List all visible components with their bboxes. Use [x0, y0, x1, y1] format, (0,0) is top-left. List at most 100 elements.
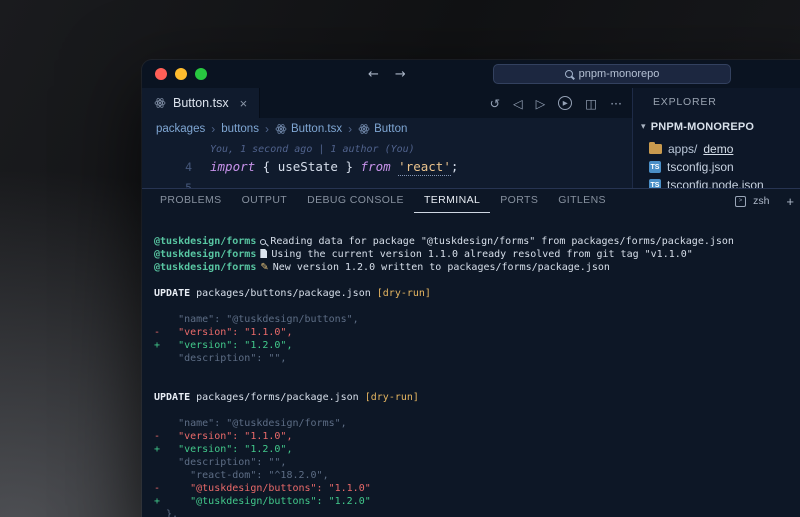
react-icon [275, 123, 287, 135]
panel-tab-gitlens[interactable]: GITLENS [548, 189, 616, 213]
terminal-text: "react-dom": "^18.2.0", [154, 470, 329, 481]
terminal-text: @tuskdesign/forms [154, 249, 256, 260]
window-maximize-button[interactable] [195, 68, 207, 80]
tab-label: Button.tsx [173, 96, 229, 110]
terminal-line: UPDATE packages/buttons/package.json [dr… [154, 287, 800, 300]
shell-label[interactable]: zsh [753, 195, 769, 207]
editor-tab-bar: Button.tsx × ↺ ◁ ▷ ▶ ◫ ··· [142, 88, 632, 118]
split-editor-icon[interactable]: ◫ [585, 96, 597, 111]
explorer-sidebar: EXPLORER ▾ PNPM-MONOREPO apps/demoTStsco… [632, 88, 800, 188]
terminal-text: - "version": "1.1.0", [154, 431, 292, 442]
next-change-icon[interactable]: ▷ [536, 96, 546, 111]
gitlens-blame: You, 1 second ago | 1 author (You) [210, 144, 415, 155]
command-center-search[interactable]: pnpm-monorepo [493, 64, 731, 84]
breadcrumb-item-button[interactable]: Button [358, 123, 407, 135]
terminal-line: + "version": "1.2.0", [154, 443, 800, 456]
panel-tab-terminal[interactable]: TERMINAL [414, 189, 490, 213]
explorer-item-tsconfig-json[interactable]: TStsconfig.json [633, 158, 800, 176]
terminal-text: packages/forms/package.json [190, 392, 365, 403]
search-icon [565, 70, 573, 78]
terminal-line: - "version": "1.1.0", [154, 430, 800, 443]
explorer-root-folder[interactable]: ▾ PNPM-MONOREPO [633, 118, 800, 136]
code-token: } [338, 159, 361, 174]
terminal-text: "name": "@tuskdesign/forms", [154, 418, 347, 429]
terminal-text: New version 1.2.0 written to packages/fo… [273, 262, 610, 273]
tab-button-tsx[interactable]: Button.tsx × [142, 88, 260, 118]
window-close-button[interactable] [155, 68, 167, 80]
terminal-line: "react-dom": "^18.2.0", [154, 469, 800, 482]
breadcrumb-item-button-tsx[interactable]: Button.tsx [275, 123, 342, 135]
breadcrumb-label: buttons [221, 123, 259, 135]
terminal-line [154, 378, 800, 391]
terminal-line: "name": "@tuskdesign/forms", [154, 417, 800, 430]
breadcrumb-item-packages[interactable]: packages [156, 123, 205, 135]
terminal-line: @tuskdesign/forms Using the current versi… [154, 248, 800, 261]
terminal-text: [dry-run] [365, 392, 419, 403]
forward-icon[interactable]: → [395, 67, 406, 82]
terminal-text: Using the current version 1.1.0 already … [271, 249, 692, 260]
terminal-icon: > [735, 196, 746, 207]
react-icon [154, 97, 166, 109]
terminal-controls: > zsh + [735, 189, 794, 213]
explorer-item-demo[interactable]: apps/demo [633, 140, 800, 158]
prev-change-icon[interactable]: ◁ [513, 96, 523, 111]
explorer-item-tsconfig-node-json[interactable]: TS tsconfig.node.json [633, 176, 800, 188]
breadcrumb-separator: › [265, 122, 269, 136]
terminal-line: - "@tuskdesign/buttons": "1.1.0" [154, 482, 800, 495]
terminal-text: + "@tuskdesign/buttons": "1.2.0" [154, 496, 371, 507]
code-token: 'react' [398, 159, 451, 176]
terminal-line: - "version": "1.1.0", [154, 326, 800, 339]
terminal-line: UPDATE packages/forms/package.json [dry-… [154, 391, 800, 404]
panel-tabs: PROBLEMSOUTPUTDEBUG CONSOLETERMINALPORTS… [150, 189, 616, 213]
breadcrumb-label: packages [156, 123, 205, 135]
window-controls [155, 68, 207, 80]
history-nav: ← → [368, 60, 406, 88]
terminal-text: }, [154, 509, 178, 517]
breadcrumb-label: Button [374, 123, 407, 135]
search-label: pnpm-monorepo [579, 68, 660, 80]
line-number: 4 [170, 160, 192, 174]
more-actions-icon[interactable]: ··· [610, 96, 622, 111]
code-token: ; [451, 159, 459, 174]
window-minimize-button[interactable] [175, 68, 187, 80]
terminal-line: + "@tuskdesign/buttons": "1.2.0" [154, 495, 800, 508]
terminal-text: @tuskdesign/forms [154, 236, 256, 247]
terminal-line [154, 404, 800, 417]
terminal-line [154, 300, 800, 313]
terminal-text: + "version": "1.2.0", [154, 444, 292, 455]
breadcrumb-item-buttons[interactable]: buttons [221, 123, 259, 135]
react-icon [358, 123, 370, 135]
editor-actions: ↺ ◁ ▷ ▶ ◫ ··· [490, 88, 622, 118]
explorer-tree: apps/demoTStsconfig.jsonTStsconfig.node.… [633, 140, 800, 188]
code-token: useState [278, 159, 338, 174]
panel-tab-debug-console[interactable]: DEBUG CONSOLE [297, 189, 414, 213]
typescript-icon: TS [649, 161, 661, 173]
terminal-text: - "version": "1.1.0", [154, 327, 292, 338]
shell-prompt-glyph: > [739, 198, 743, 204]
explorer-title: EXPLORER [653, 96, 800, 108]
new-terminal-icon[interactable]: + [786, 194, 794, 209]
terminal-line [154, 274, 800, 287]
terminal-line [154, 365, 800, 378]
terminal-line: @tuskdesign/formsReading data for packag… [154, 235, 800, 248]
back-icon[interactable]: ← [368, 67, 379, 82]
terminal-output[interactable]: @tuskdesign/formsReading data for packag… [142, 213, 800, 517]
terminal-text: "name": "@tuskdesign/buttons", [154, 314, 359, 325]
terminal-text: - "@tuskdesign/buttons": "1.1.0" [154, 483, 371, 494]
code-editor[interactable]: You, 1 second ago | 1 author (You) 4 imp… [142, 140, 632, 188]
item-label: tsconfig.node.json [667, 178, 764, 188]
panel-tab-output[interactable]: OUTPUT [232, 189, 298, 213]
run-icon[interactable]: ▶ [558, 96, 572, 110]
folder-icon [649, 144, 662, 154]
terminal-text: [dry-run] [377, 288, 431, 299]
terminal-line: "description": "", [154, 456, 800, 469]
typescript-icon: TS [649, 179, 661, 188]
terminal-line: "name": "@tuskdesign/buttons", [154, 313, 800, 326]
panel-tab-bar: PROBLEMSOUTPUTDEBUG CONSOLETERMINALPORTS… [142, 189, 800, 213]
breadcrumb: packages›buttons›Button.tsx›Button [142, 118, 632, 140]
timeline-icon[interactable]: ↺ [490, 96, 500, 111]
search-icon [260, 239, 266, 245]
panel-tab-problems[interactable]: PROBLEMS [150, 189, 232, 213]
panel-tab-ports[interactable]: PORTS [490, 189, 548, 213]
close-tab-icon[interactable]: × [240, 96, 248, 111]
